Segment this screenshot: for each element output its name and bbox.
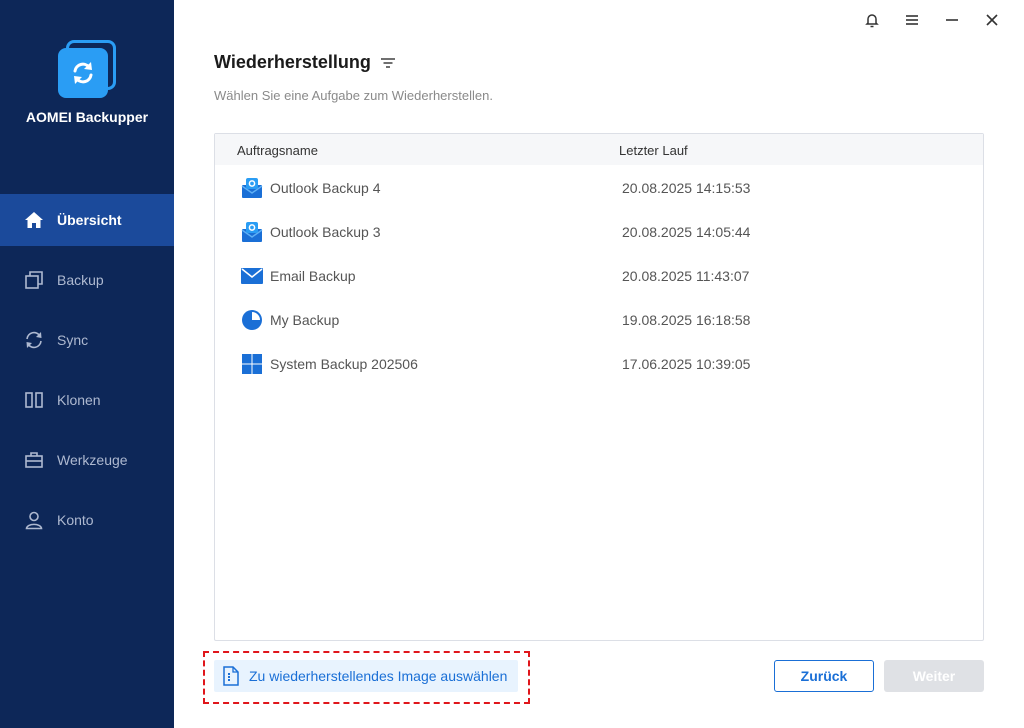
task-name: System Backup 202506 [270,356,418,372]
sidebar-item-werkzeuge[interactable]: Werkzeuge [0,434,174,486]
sidebar-item-konto[interactable]: Konto [0,494,174,546]
column-header-name[interactable]: Auftragsname [237,143,318,158]
email-icon [241,265,263,287]
sidebar-item-label: Übersicht [57,212,122,228]
image-file-icon [223,666,241,686]
column-header-last-run[interactable]: Letzter Lauf [619,143,688,158]
sidebar-item-label: Werkzeuge [57,452,128,468]
task-name: Email Backup [270,268,356,284]
user-icon [24,510,44,530]
backup-icon [24,270,44,290]
table-header: Auftragsname Letzter Lauf [215,134,983,165]
sidebar-item-label: Konto [57,512,94,528]
sidebar-item-label: Klonen [57,392,101,408]
task-date: 20.08.2025 14:15:53 [622,180,751,196]
sidebar-nav: Übersicht Backup Sync Klonen Werkzeuge K… [0,194,174,554]
menu-icon[interactable] [892,8,932,32]
minimize-icon[interactable] [932,8,972,32]
task-name: Outlook Backup 3 [270,224,381,240]
page-title: Wiederherstellung [214,52,371,72]
windows-icon [241,353,263,375]
task-date: 19.08.2025 16:18:58 [622,312,751,328]
page-header: Wiederherstellung [214,52,396,73]
sidebar-item-backup[interactable]: Backup [0,254,174,306]
table-row[interactable]: Outlook Backup 4 20.08.2025 14:15:53 [215,166,983,210]
outlook-icon [241,221,263,243]
sidebar-item-label: Sync [57,332,89,348]
sidebar-item-uebersicht[interactable]: Übersicht [0,194,174,246]
select-image-button[interactable]: Zu wiederherstellendes Image auswählen [214,660,518,692]
task-date: 20.08.2025 11:43:07 [622,268,750,284]
table-row[interactable]: My Backup 19.08.2025 16:18:58 [215,298,983,342]
back-button[interactable]: Zurück [774,660,874,692]
sidebar-item-klonen[interactable]: Klonen [0,374,174,426]
task-name: Outlook Backup 4 [270,180,381,196]
app-logo-icon [58,40,116,98]
sidebar-item-sync[interactable]: Sync [0,314,174,366]
outlook-icon [241,177,263,199]
pie-icon [241,309,263,331]
close-icon[interactable] [972,8,1012,32]
page-subtitle: Wählen Sie eine Aufgabe zum Wiederherste… [214,88,493,103]
select-image-label: Zu wiederherstellendes Image auswählen [249,668,508,684]
home-icon [24,210,44,230]
table-row[interactable]: Outlook Backup 3 20.08.2025 14:05:44 [215,210,983,254]
toolbox-icon [24,450,44,470]
sync-icon [24,330,44,350]
window-controls [852,8,1012,32]
table-row[interactable]: Email Backup 20.08.2025 11:43:07 [215,254,983,298]
task-date: 20.08.2025 14:05:44 [622,224,751,240]
sidebar: AOMEI Backupper Übersicht Backup Sync Kl… [0,0,174,728]
bell-icon[interactable] [852,8,892,32]
clone-icon [24,390,44,410]
next-button[interactable]: Weiter [884,660,984,692]
task-date: 17.06.2025 10:39:05 [622,356,751,372]
app-name: AOMEI Backupper [25,109,149,125]
task-table: Auftragsname Letzter Lauf Outlook Backup… [214,133,984,641]
task-name: My Backup [270,312,340,328]
table-row[interactable]: System Backup 202506 17.06.2025 10:39:05 [215,342,983,386]
sidebar-item-label: Backup [57,272,104,288]
filter-icon[interactable] [380,56,396,70]
